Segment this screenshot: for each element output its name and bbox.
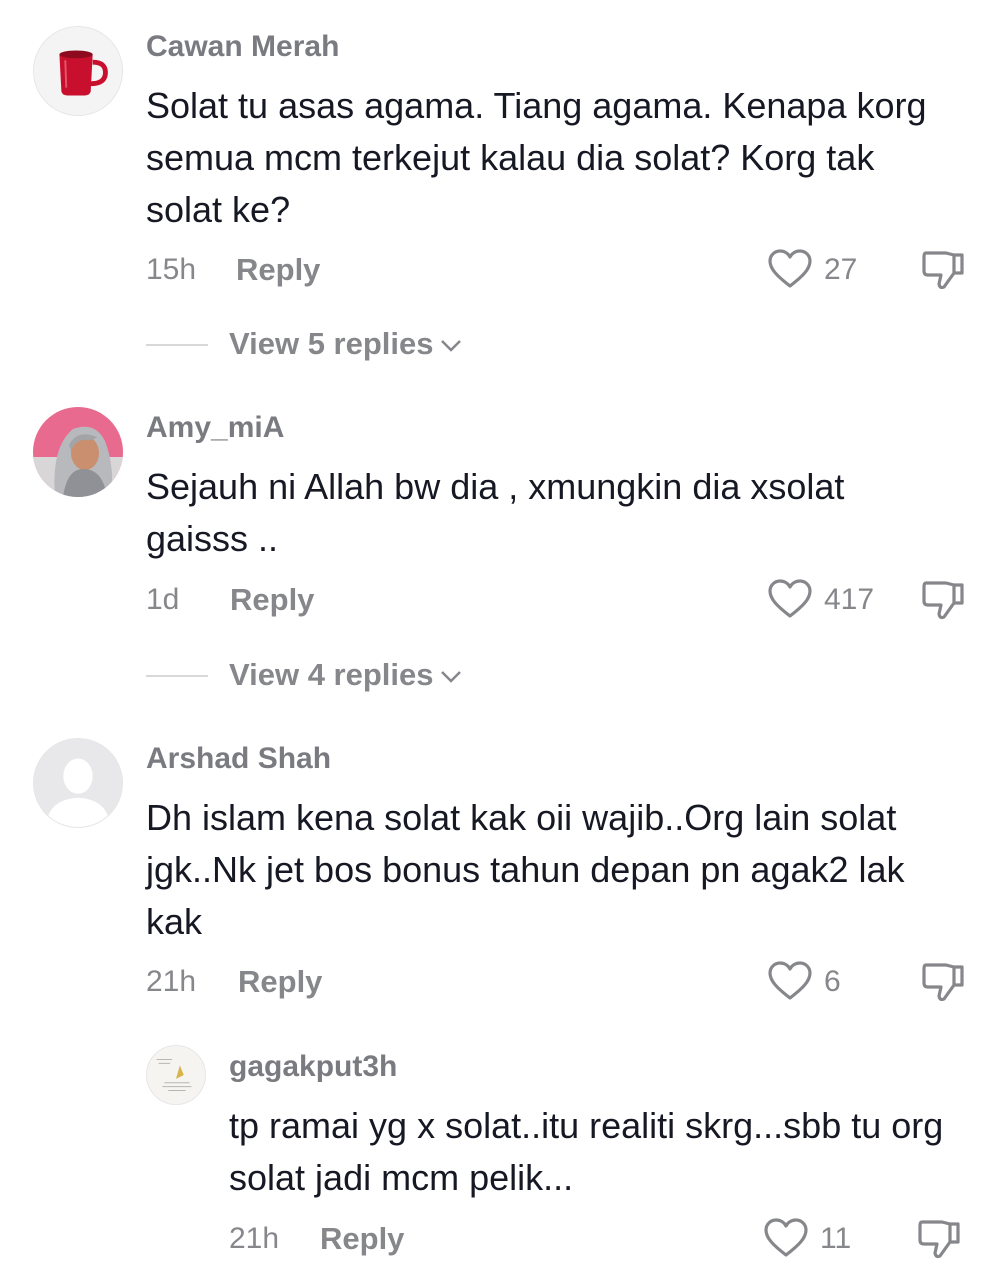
heart-icon[interactable] — [767, 960, 813, 1002]
comment-text: Dh islam kena solat kak oii wajib..Org l… — [146, 797, 905, 942]
thumbs-down-icon[interactable] — [920, 577, 966, 623]
avatar[interactable] — [33, 26, 123, 116]
avatar[interactable] — [146, 1045, 206, 1105]
comment-time: 15h — [146, 253, 197, 286]
reply-text: tp ramai yg x solat..itu realiti skrg...… — [229, 1105, 944, 1198]
reply-button[interactable]: Reply — [230, 582, 314, 618]
heart-icon[interactable] — [767, 578, 813, 620]
like-count: 27 — [824, 253, 858, 286]
comment-username[interactable]: Arshad Shah — [146, 742, 331, 776]
heart-icon[interactable] — [767, 248, 813, 290]
thumbs-down-icon[interactable] — [916, 1216, 962, 1262]
thumbs-down-icon[interactable] — [920, 247, 966, 293]
comment-time: 21h — [146, 965, 197, 998]
comment-time: 1d — [146, 583, 180, 616]
reply-username[interactable]: gagakput3h — [229, 1050, 397, 1084]
red-mug-icon — [34, 27, 122, 115]
comment-username[interactable]: Cawan Merah — [146, 30, 339, 64]
like-count: 11 — [820, 1222, 852, 1255]
comment-text: Solat tu asas agama. Tiang agama. Kenapa… — [146, 85, 927, 230]
divider — [146, 675, 208, 677]
divider — [146, 344, 208, 346]
view-replies-button[interactable]: View 4 replies — [229, 657, 462, 693]
comment-username[interactable]: Amy_miA — [146, 411, 284, 445]
reply-button[interactable]: Reply — [320, 1221, 404, 1257]
view-replies-label: View 5 replies — [229, 326, 434, 361]
hijab-woman-icon — [33, 407, 123, 497]
avatar[interactable] — [33, 407, 123, 497]
chevron-down-icon — [440, 340, 461, 352]
thumbs-down-icon[interactable] — [920, 959, 966, 1005]
avatar[interactable] — [33, 738, 123, 828]
chevron-down-icon — [440, 671, 461, 683]
like-count: 6 — [824, 965, 841, 998]
like-count: 417 — [824, 583, 875, 616]
reply-button[interactable]: Reply — [236, 252, 320, 288]
reply-button[interactable]: Reply — [238, 964, 322, 1000]
heart-icon[interactable] — [763, 1217, 809, 1259]
view-replies-label: View 4 replies — [229, 657, 434, 692]
reply-time: 21h — [229, 1222, 280, 1255]
note-card-icon — [147, 1046, 205, 1104]
default-user-icon — [34, 739, 122, 827]
comment-text: Sejauh ni Allah bw dia , xmungkin dia xs… — [146, 466, 845, 559]
view-replies-button[interactable]: View 5 replies — [229, 326, 462, 362]
